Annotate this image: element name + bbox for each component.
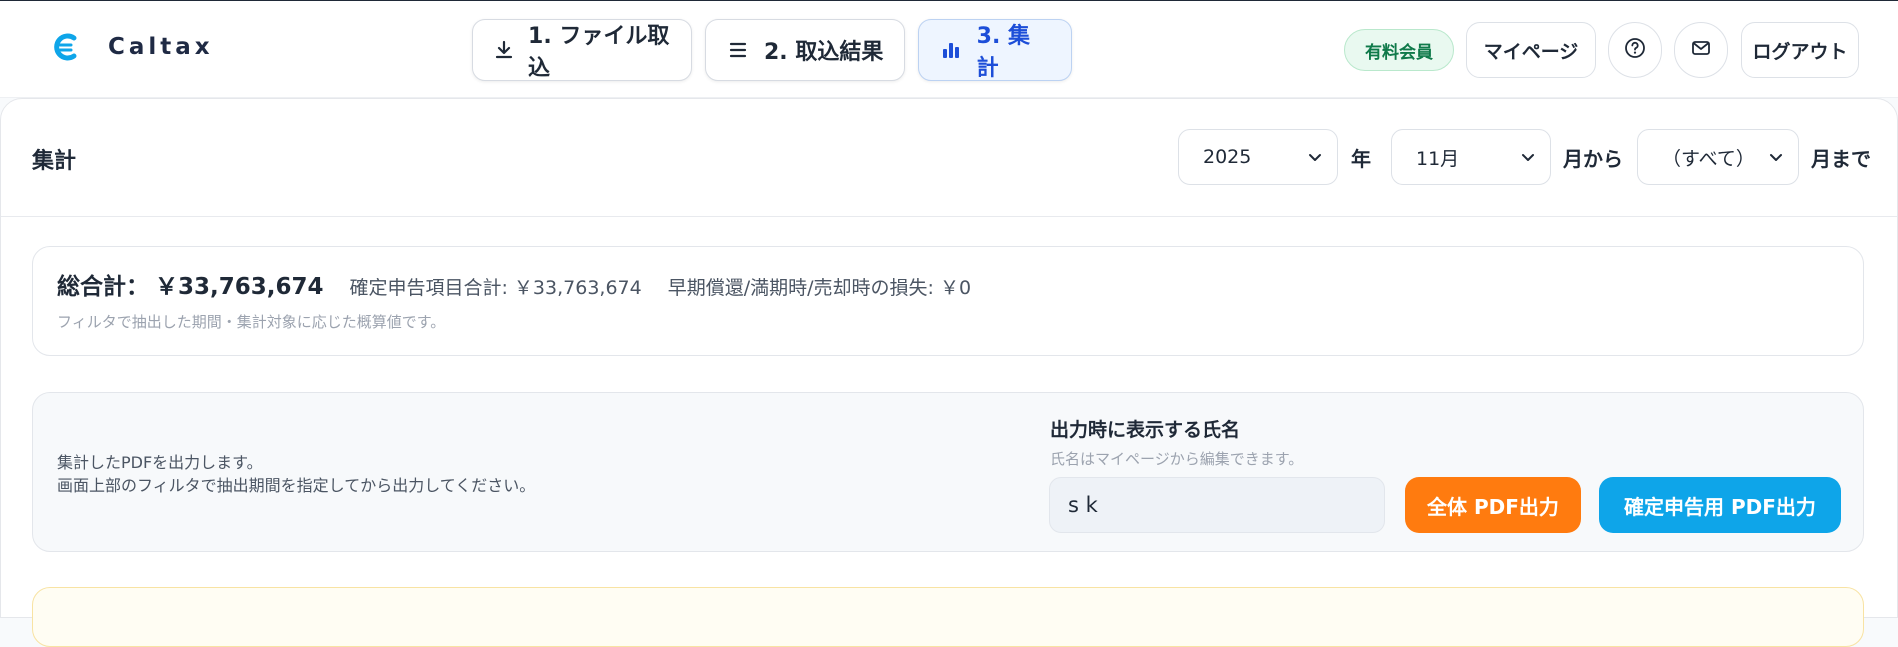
grand-total-value: ￥33,763,674 bbox=[155, 274, 324, 300]
output-name-title: 出力時に表示する氏名 bbox=[1050, 419, 1241, 441]
mail-icon bbox=[1690, 37, 1712, 63]
pdf-description-line: 集計したPDFを出力します。 bbox=[57, 453, 263, 472]
chevron-down-icon bbox=[1768, 148, 1784, 164]
bar-chart-icon bbox=[939, 38, 963, 62]
output-name-help: 氏名はマイページから編集できます。 bbox=[1050, 450, 1304, 468]
pdf-description-line: 画面上部のフィルタで抽出期間を指定してから出力してください。 bbox=[57, 476, 536, 495]
declared-total-value: ￥33,763,674 bbox=[513, 277, 642, 299]
summary-card: 集計 2025 年 11月 月から （すべて） 月まで 総合計： ￥33,763… bbox=[0, 98, 1898, 647]
page-title: 集計 bbox=[32, 149, 77, 174]
chevron-down-icon bbox=[1307, 148, 1323, 164]
year-select[interactable]: 2025 bbox=[1178, 129, 1338, 185]
member-status-badge: 有料会員 bbox=[1344, 29, 1454, 71]
output-name-value: s k bbox=[1068, 493, 1098, 517]
output-name-field[interactable]: s k bbox=[1049, 477, 1385, 533]
help-button[interactable] bbox=[1608, 22, 1662, 78]
tab-file-import[interactable]: 1. ファイル取込 bbox=[472, 19, 692, 81]
loss-total-label: 早期償還/満期時/売却時の損失: bbox=[667, 277, 934, 299]
from-month-select[interactable]: 11月 bbox=[1391, 129, 1551, 185]
from-suffix: 月から bbox=[1563, 147, 1623, 171]
from-month-value: 11月 bbox=[1416, 147, 1460, 170]
notice-panel bbox=[32, 587, 1864, 647]
app-name: Caltax bbox=[108, 34, 214, 60]
declared-total-label: 確定申告項目合計: bbox=[349, 277, 508, 299]
tax-return-pdf-export-button[interactable]: 確定申告用 PDF出力 bbox=[1599, 477, 1841, 533]
caltax-logo-icon bbox=[50, 29, 80, 65]
brand[interactable]: Caltax bbox=[50, 29, 214, 65]
tab-label: 3. 集計 bbox=[976, 24, 1030, 81]
totals-panel: 総合計： ￥33,763,674 確定申告項目合計: ￥33,763,674 早期… bbox=[32, 246, 1864, 356]
mypage-button[interactable]: マイページ bbox=[1466, 22, 1596, 78]
totals-line: 総合計： ￥33,763,674 確定申告項目合計: ￥33,763,674 早期… bbox=[57, 267, 971, 301]
mail-button[interactable] bbox=[1674, 22, 1728, 78]
card-header: 集計 2025 年 11月 月から （すべて） 月まで bbox=[1, 99, 1897, 217]
tab-summary[interactable]: 3. 集計 bbox=[918, 19, 1072, 81]
all-pdf-export-button[interactable]: 全体 PDF出力 bbox=[1405, 477, 1581, 533]
loss-total: 早期償還/満期時/売却時の損失: ￥0 bbox=[668, 273, 971, 300]
to-month-select[interactable]: （すべて） bbox=[1637, 129, 1799, 185]
top-navigation-bar: Caltax 1. ファイル取込 2. 取込結果 3. 集計 有料会員 マイペー… bbox=[0, 0, 1898, 98]
chevron-down-icon bbox=[1520, 148, 1536, 164]
pdf-description: 集計したPDFを出力します。 画面上部のフィルタで抽出期間を指定してから出力して… bbox=[57, 451, 535, 497]
year-suffix: 年 bbox=[1351, 147, 1371, 171]
tab-import-results[interactable]: 2. 取込結果 bbox=[705, 19, 905, 81]
to-month-value: （すべて） bbox=[1662, 147, 1755, 170]
list-icon bbox=[726, 38, 750, 62]
pdf-output-panel: 集計したPDFを出力します。 画面上部のフィルタで抽出期間を指定してから出力して… bbox=[32, 392, 1864, 552]
totals-note: フィルタで抽出した期間・集計対象に応じた概算値です。 bbox=[57, 313, 446, 331]
help-icon bbox=[1624, 37, 1646, 63]
loss-total-value: ￥0 bbox=[939, 277, 972, 299]
declared-total: 確定申告項目合計: ￥33,763,674 bbox=[350, 273, 642, 300]
tab-label: 1. ファイル取込 bbox=[528, 24, 670, 81]
logout-button[interactable]: ログアウト bbox=[1741, 22, 1859, 78]
to-suffix: 月まで bbox=[1811, 147, 1871, 171]
grand-total-label: 総合計： bbox=[57, 274, 149, 300]
download-icon bbox=[493, 38, 514, 62]
tab-label: 2. 取込結果 bbox=[764, 40, 884, 65]
year-select-value: 2025 bbox=[1203, 146, 1252, 168]
